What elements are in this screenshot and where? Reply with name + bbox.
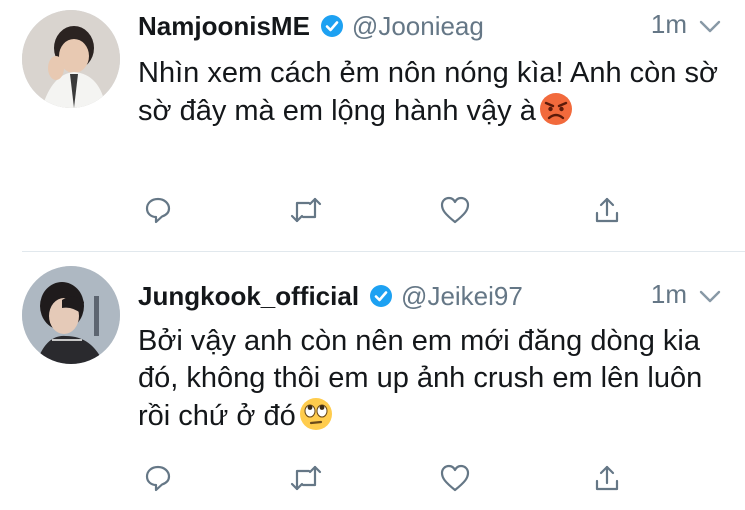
tweet[interactable]: NamjoonisME @Joonieag 1m Nhìn xem cách ẻ… [0,0,745,250]
rolling-eyes-emoji [299,398,332,430]
timestamp[interactable]: 1m [651,279,687,310]
retweet-icon [290,197,322,223]
share-icon [595,465,619,491]
tweet-text: Bởi vậy anh còn nên em mới đăng dòng kia… [138,323,728,435]
retweet-button[interactable] [286,190,326,230]
share-button[interactable] [587,458,627,498]
angry-face-emoji [539,93,572,125]
chevron-down-icon[interactable] [697,283,723,309]
tweet-text-content: Nhìn xem cách ẻm nôn nóng kìa! Anh còn s… [138,57,719,127]
chevron-down-icon[interactable] [697,13,723,39]
display-name[interactable]: NamjoonisME [138,11,310,42]
like-button[interactable] [435,458,475,498]
avatar[interactable] [22,10,120,108]
verified-badge-icon [370,285,393,307]
retweet-icon [290,465,322,491]
like-icon [440,464,470,492]
tweet-text-content: Bởi vậy anh còn nên em mới đăng dòng kia… [138,325,703,432]
reply-icon [145,197,171,224]
handle[interactable]: @Joonieag [352,11,484,42]
tweet[interactable]: Jungkook_official @Jeikei97 1m Bởi vậy a… [0,252,745,510]
like-button[interactable] [435,190,475,230]
reply-icon [145,465,171,492]
avatar[interactable] [22,266,120,364]
share-icon [595,197,619,223]
reply-button[interactable] [138,190,178,230]
retweet-button[interactable] [286,458,326,498]
verified-badge-icon [320,15,343,37]
handle[interactable]: @Jeikei97 [401,281,523,312]
like-icon [440,196,470,224]
tweet-text: Nhìn xem cách ẻm nôn nóng kìa! Anh còn s… [138,55,728,130]
timestamp[interactable]: 1m [651,9,687,40]
reply-button[interactable] [138,458,178,498]
display-name[interactable]: Jungkook_official [138,281,359,312]
share-button[interactable] [587,190,627,230]
